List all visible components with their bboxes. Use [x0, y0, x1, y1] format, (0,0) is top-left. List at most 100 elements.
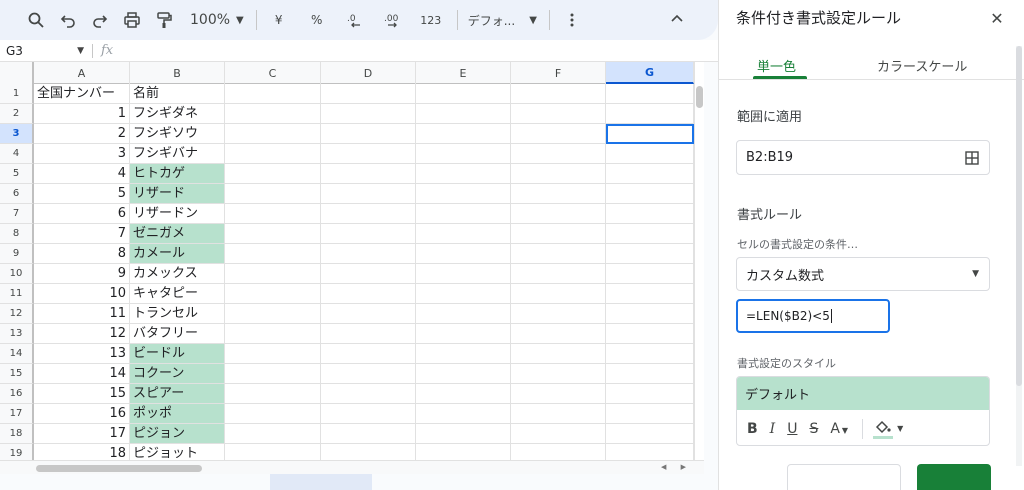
- cell-b[interactable]: フシギソウ: [130, 124, 225, 144]
- row-header[interactable]: 2: [0, 104, 34, 124]
- cell-b[interactable]: リザード: [130, 184, 225, 204]
- cell-d[interactable]: [321, 324, 416, 344]
- row-header[interactable]: 10: [0, 264, 34, 284]
- column-header-b[interactable]: B: [130, 62, 225, 84]
- row-header[interactable]: 17: [0, 404, 34, 424]
- cell-b[interactable]: カメックス: [130, 264, 225, 284]
- cell-d[interactable]: [321, 404, 416, 424]
- cell-e[interactable]: [416, 304, 511, 324]
- cell-g[interactable]: [606, 264, 694, 284]
- cell-c[interactable]: [225, 244, 321, 264]
- cell-a[interactable]: 9: [34, 264, 130, 284]
- cell-c[interactable]: [225, 164, 321, 184]
- cell-e[interactable]: [416, 84, 511, 104]
- cell-g[interactable]: [606, 384, 694, 404]
- cell-d[interactable]: [321, 364, 416, 384]
- cell-a[interactable]: 11: [34, 304, 130, 324]
- cell-e[interactable]: [416, 364, 511, 384]
- scroll-arrows[interactable]: ◀ ▶: [661, 463, 692, 471]
- cell-f[interactable]: [511, 164, 606, 184]
- cell-g[interactable]: [606, 84, 694, 104]
- vertical-scrollbar[interactable]: [694, 62, 704, 460]
- cell-c[interactable]: [225, 324, 321, 344]
- cell-b[interactable]: フシギバナ: [130, 144, 225, 164]
- panel-scroll-thumb[interactable]: [1016, 46, 1022, 386]
- cell-g[interactable]: [606, 324, 694, 344]
- cell-g[interactable]: [606, 224, 694, 244]
- cancel-button[interactable]: [787, 464, 901, 490]
- print-icon[interactable]: [118, 6, 146, 34]
- cell-d[interactable]: [321, 264, 416, 284]
- fill-color-icon[interactable]: [873, 419, 895, 439]
- cell-e[interactable]: [416, 124, 511, 144]
- strikethrough-button[interactable]: S: [809, 421, 818, 437]
- condition-select[interactable]: カスタム数式 ▼: [736, 257, 990, 291]
- italic-button[interactable]: I: [770, 421, 776, 437]
- undo-icon[interactable]: [54, 6, 82, 34]
- cell-f[interactable]: [511, 224, 606, 244]
- bold-button[interactable]: B: [747, 421, 758, 437]
- redo-icon[interactable]: [86, 6, 114, 34]
- cell-e[interactable]: [416, 444, 511, 460]
- select-all-corner[interactable]: [0, 62, 34, 84]
- cell-b[interactable]: キャタピー: [130, 284, 225, 304]
- cell-g[interactable]: [606, 424, 694, 444]
- cell-f[interactable]: [511, 124, 606, 144]
- row-header[interactable]: 9: [0, 244, 34, 264]
- row-header[interactable]: 13: [0, 324, 34, 344]
- style-preset-select[interactable]: デフォルト: [737, 377, 989, 410]
- cell-g[interactable]: [606, 404, 694, 424]
- cell-b[interactable]: フシギダネ: [130, 104, 225, 124]
- close-icon[interactable]: ✕: [987, 8, 1007, 28]
- cell-c[interactable]: [225, 264, 321, 284]
- cell-c[interactable]: [225, 184, 321, 204]
- select-range-icon[interactable]: [965, 151, 979, 165]
- cell-a[interactable]: 4: [34, 164, 130, 184]
- text-color-button[interactable]: A ▼: [830, 421, 848, 437]
- paint-format-icon[interactable]: [150, 6, 178, 34]
- cell-e[interactable]: [416, 284, 511, 304]
- cell-g[interactable]: [606, 344, 694, 364]
- underline-button[interactable]: U: [787, 421, 797, 437]
- cell-c[interactable]: [225, 104, 321, 124]
- cell-d[interactable]: [321, 224, 416, 244]
- cell-d[interactable]: [321, 144, 416, 164]
- cell-f[interactable]: [511, 364, 606, 384]
- row-header[interactable]: 7: [0, 204, 34, 224]
- cell-d[interactable]: [321, 164, 416, 184]
- chevron-up-icon[interactable]: [668, 10, 688, 30]
- cell-c[interactable]: [225, 424, 321, 444]
- cell-g[interactable]: [606, 164, 694, 184]
- cell-d[interactable]: [321, 124, 416, 144]
- cell-a[interactable]: 6: [34, 204, 130, 224]
- cell-b[interactable]: 名前: [130, 84, 225, 104]
- cell-a[interactable]: 18: [34, 444, 130, 460]
- cell-g[interactable]: [606, 184, 694, 204]
- done-button[interactable]: [917, 464, 991, 490]
- cell-e[interactable]: [416, 224, 511, 244]
- cell-c[interactable]: [225, 384, 321, 404]
- cell-b[interactable]: ピジョット: [130, 444, 225, 460]
- cell-b[interactable]: トランセル: [130, 304, 225, 324]
- cell-b[interactable]: ヒトカゲ: [130, 164, 225, 184]
- cell-a[interactable]: 15: [34, 384, 130, 404]
- cell-f[interactable]: [511, 284, 606, 304]
- cell-c[interactable]: [225, 404, 321, 424]
- row-header[interactable]: 3: [0, 124, 34, 144]
- cell-c[interactable]: [225, 344, 321, 364]
- font-select[interactable]: デフォ... ▼: [468, 6, 537, 34]
- row-header[interactable]: 5: [0, 164, 34, 184]
- cell-d[interactable]: [321, 344, 416, 364]
- column-header-e[interactable]: E: [416, 62, 511, 84]
- cell-f[interactable]: [511, 104, 606, 124]
- tab-color-scale[interactable]: カラースケール: [877, 56, 967, 75]
- cell-d[interactable]: [321, 84, 416, 104]
- row-header[interactable]: 11: [0, 284, 34, 304]
- decrease-decimal-icon[interactable]: .0: [341, 6, 369, 34]
- row-header[interactable]: 15: [0, 364, 34, 384]
- cell-a[interactable]: 16: [34, 404, 130, 424]
- row-header[interactable]: 1: [0, 84, 34, 104]
- row-header[interactable]: 19: [0, 444, 34, 460]
- cell-g[interactable]: [606, 144, 694, 164]
- cell-f[interactable]: [511, 304, 606, 324]
